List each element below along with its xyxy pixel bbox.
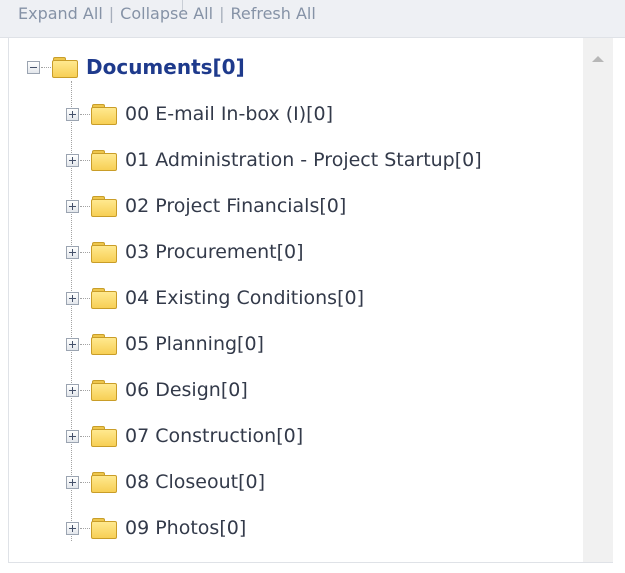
tree-node-08-closeout: 08 Closeout[0]	[66, 466, 265, 498]
tree-node-label[interactable]: 02 Project Financials[0]	[125, 195, 346, 217]
tree-node-label[interactable]: 09 Photos[0]	[125, 517, 246, 539]
tree-connector-dots	[80, 527, 90, 529]
tree-node-09-photos: 09 Photos[0]	[66, 512, 246, 544]
vertical-scrollbar[interactable]	[583, 38, 613, 562]
tree-node-04-existing-conditions: 04 Existing Conditions[0]	[66, 282, 364, 314]
tree-connector-dots	[80, 297, 90, 299]
tree-node-01-administration: 01 Administration - Project Startup[0]	[66, 144, 482, 176]
folder-icon	[52, 56, 78, 78]
toolbar-separator: |	[108, 4, 115, 23]
folder-icon	[91, 425, 117, 447]
tree-node-05-planning: 05 Planning[0]	[66, 328, 264, 360]
tree-connector-dots	[80, 251, 90, 253]
tree-connector-dots	[80, 159, 90, 161]
tree-connector-dots	[41, 66, 51, 68]
tree-node-label[interactable]: 08 Closeout[0]	[125, 471, 265, 493]
tree-node-documents: Documents[0]	[27, 51, 245, 83]
tree-connector-dots	[80, 205, 90, 207]
tree-node-label-documents[interactable]: Documents[0]	[86, 55, 245, 79]
plus-box-icon[interactable]	[66, 337, 79, 351]
plus-box-icon[interactable]	[66, 245, 79, 259]
tree-connector-dots	[80, 343, 90, 345]
refresh-all-link[interactable]: Refresh All	[230, 4, 315, 23]
folder-icon	[91, 333, 117, 355]
tree-node-label[interactable]: 04 Existing Conditions[0]	[125, 287, 364, 309]
folder-icon	[91, 241, 117, 263]
tree-node-label[interactable]: 07 Construction[0]	[125, 425, 303, 447]
folder-icon	[91, 287, 117, 309]
toolbar-separator: |	[219, 4, 225, 23]
plus-box-icon[interactable]	[66, 429, 79, 443]
tree-node-00-email-inbox: 00 E-mail In-box (I)[0]	[66, 98, 333, 130]
plus-box-icon[interactable]	[66, 291, 79, 305]
tree-connector-dots	[80, 389, 90, 391]
plus-box-icon[interactable]	[66, 107, 79, 121]
toolbar-actions: Expand All | Collapse All | Refresh All	[18, 5, 316, 23]
tree-node-label[interactable]: 03 Procurement[0]	[125, 241, 304, 263]
collapse-all-link[interactable]: Collapse All	[120, 4, 213, 23]
tree-node-02-project-financials: 02 Project Financials[0]	[66, 190, 346, 222]
plus-box-icon[interactable]	[66, 475, 79, 489]
tree-node-label[interactable]: 00 E-mail In-box (I)[0]	[125, 103, 333, 125]
minus-box-icon[interactable]	[27, 60, 40, 74]
folder-icon	[91, 195, 117, 217]
plus-box-icon[interactable]	[66, 153, 79, 167]
plus-box-icon[interactable]	[66, 521, 79, 535]
tree-node-03-procurement: 03 Procurement[0]	[66, 236, 304, 268]
tree-node-07-construction: 07 Construction[0]	[66, 420, 303, 452]
tree-node-label[interactable]: 01 Administration - Project Startup[0]	[125, 149, 482, 171]
expand-all-link[interactable]: Expand All	[18, 4, 103, 23]
tree-node-06-design: 06 Design[0]	[66, 374, 248, 406]
tree-connector-dots	[80, 435, 90, 437]
folder-icon	[91, 471, 117, 493]
folder-icon	[91, 103, 117, 125]
tree-panel: Documents[0] 00 E-mail In-box (I)[0] 01 …	[8, 38, 613, 563]
folder-tree: Documents[0] 00 E-mail In-box (I)[0] 01 …	[9, 38, 579, 562]
tree-connector-dots	[80, 113, 90, 115]
tree-toolbar: Expand All | Collapse All | Refresh All	[0, 0, 625, 38]
folder-icon	[91, 149, 117, 171]
tree-node-label[interactable]: 06 Design[0]	[125, 379, 248, 401]
scroll-up-arrow-icon[interactable]	[592, 56, 604, 62]
plus-box-icon[interactable]	[66, 199, 79, 213]
folder-icon	[91, 379, 117, 401]
plus-box-icon[interactable]	[66, 383, 79, 397]
folder-icon	[91, 517, 117, 539]
tree-node-label[interactable]: 05 Planning[0]	[125, 333, 264, 355]
tree-connector-dots	[80, 481, 90, 483]
